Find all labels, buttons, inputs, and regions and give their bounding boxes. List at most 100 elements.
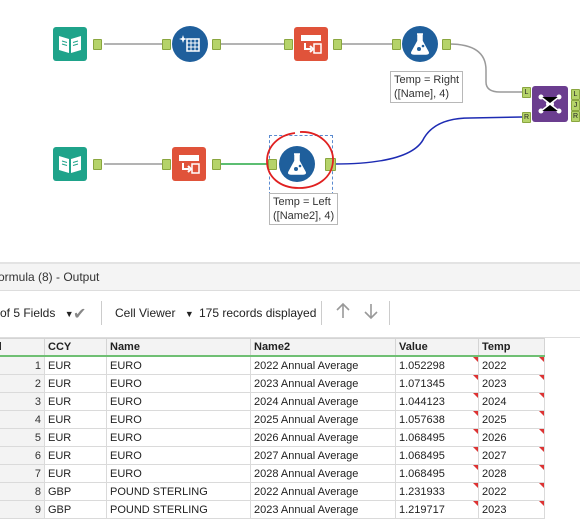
record-number-cell[interactable]: 3 <box>0 392 45 411</box>
table-row[interactable]: 6 EUR EURO 2027 Annual Average 1.068495 2027 <box>0 446 545 465</box>
select-tool[interactable] <box>172 26 208 62</box>
table-cell[interactable]: EUR <box>44 446 107 465</box>
table-cell[interactable]: 1.219717 <box>395 500 479 519</box>
table-cell[interactable]: POUND STERLING <box>106 500 251 519</box>
table-cell[interactable]: EUR <box>44 392 107 411</box>
output-anchor[interactable] <box>93 39 102 50</box>
table-cell[interactable]: 1.231933 <box>395 482 479 501</box>
table-cell[interactable]: 2023 Annual Average <box>250 500 396 519</box>
arrow-down-icon[interactable] <box>362 302 380 323</box>
table-cell[interactable]: POUND STERLING <box>106 482 251 501</box>
table-cell[interactable]: 2025 Annual Average <box>250 410 396 429</box>
column-header[interactable]: Value <box>395 338 479 357</box>
table-row[interactable]: 3 EUR EURO 2024 Annual Average 1.044123 2024 <box>0 392 545 411</box>
table-cell[interactable]: EURO <box>106 392 251 411</box>
table-cell[interactable]: 2026 Annual Average <box>250 428 396 447</box>
table-cell[interactable]: 2022 <box>478 482 545 501</box>
table-cell[interactable]: 1.052298 <box>395 355 479 375</box>
table-cell[interactable]: 1.071345 <box>395 374 479 393</box>
input-anchor[interactable] <box>392 39 401 50</box>
table-cell[interactable]: EUR <box>44 374 107 393</box>
table-cell[interactable]: GBP <box>44 482 107 501</box>
join-output-join-anchor[interactable]: J <box>571 100 580 111</box>
input-anchor[interactable] <box>162 159 171 170</box>
table-cell[interactable]: 1.044123 <box>395 392 479 411</box>
table-cell[interactable]: 1.068495 <box>395 464 479 483</box>
table-cell[interactable]: 2023 <box>478 500 545 519</box>
record-number-cell[interactable]: 2 <box>0 374 45 393</box>
record-number-cell[interactable]: 6 <box>0 446 45 465</box>
table-row[interactable]: 1 EUR EURO 2022 Annual Average 1.052298 2022 <box>0 355 545 375</box>
table-row[interactable]: 2 EUR EURO 2023 Annual Average 1.071345 2023 <box>0 374 545 393</box>
table-cell[interactable]: 2028 <box>478 464 545 483</box>
table-cell[interactable]: 2027 Annual Average <box>250 446 396 465</box>
table-cell[interactable]: 2024 <box>478 392 545 411</box>
table-row[interactable]: 8 GBP POUND STERLING 2022 Annual Average 1.2… <box>0 482 545 501</box>
table-cell[interactable]: EURO <box>106 410 251 429</box>
formula-tool-1[interactable] <box>402 26 438 62</box>
table-cell[interactable]: EURO <box>106 428 251 447</box>
input-data-tool-1[interactable] <box>53 27 87 61</box>
output-anchor[interactable] <box>93 159 102 170</box>
table-row[interactable]: 4 EUR EURO 2025 Annual Average 1.057638 2025 <box>0 410 545 429</box>
output-anchor[interactable] <box>212 39 221 50</box>
table-cell[interactable]: 2028 Annual Average <box>250 464 396 483</box>
table-cell[interactable]: 1.057638 <box>395 410 479 429</box>
join-input-right-anchor[interactable]: R <box>522 112 531 123</box>
join-output-left-anchor[interactable]: L <box>571 89 580 100</box>
record-number-cell[interactable]: 5 <box>0 428 45 447</box>
table-cell[interactable]: EURO <box>106 374 251 393</box>
join-output-right-anchor[interactable]: R <box>571 111 580 122</box>
record-number-cell[interactable]: 4 <box>0 410 45 429</box>
column-header[interactable]: Name2 <box>250 338 396 357</box>
input-anchor[interactable] <box>284 39 293 50</box>
join-tool[interactable] <box>532 86 568 122</box>
table-row[interactable]: 7 EUR EURO 2028 Annual Average 1.068495 2028 <box>0 464 545 483</box>
table-cell[interactable]: EUR <box>44 428 107 447</box>
join-input-left-anchor[interactable]: L <box>522 87 531 98</box>
table-cell[interactable]: 2027 <box>478 446 545 465</box>
table-cell[interactable]: EUR <box>44 410 107 429</box>
record-number-cell[interactable]: 1 <box>0 355 45 375</box>
table-cell[interactable]: 1.068495 <box>395 446 479 465</box>
table-cell[interactable]: EURO <box>106 464 251 483</box>
table-cell[interactable]: 2024 Annual Average <box>250 392 396 411</box>
table-header-row: ordCCYNameName2ValueTemp <box>0 338 545 357</box>
output-anchor[interactable] <box>442 39 451 50</box>
record-number-cell[interactable]: 7 <box>0 464 45 483</box>
column-header[interactable]: Temp <box>478 338 545 357</box>
results-grid[interactable]: ordCCYNameName2ValueTemp 1EUREURO2022 An… <box>0 338 580 524</box>
table-cell[interactable]: 2022 Annual Average <box>250 482 396 501</box>
transpose-tool-2[interactable] <box>172 147 206 181</box>
table-cell[interactable]: GBP <box>44 500 107 519</box>
arrow-up-icon[interactable] <box>334 302 352 323</box>
cell-viewer-dropdown[interactable]: Cell Viewer ▼ <box>115 306 194 320</box>
fields-selector[interactable]: of 5 Fields ▼ <box>0 306 74 320</box>
table-cell[interactable]: EURO <box>106 355 251 375</box>
table-cell[interactable]: 2022 <box>478 355 545 375</box>
column-header[interactable]: CCY <box>44 338 107 357</box>
input-data-tool-2[interactable] <box>53 147 87 181</box>
column-header[interactable]: Name <box>106 338 251 357</box>
table-cell[interactable]: EUR <box>44 355 107 375</box>
table-row[interactable]: 9 GBP POUND STERLING 2023 Annual Average 1.2… <box>0 500 545 519</box>
table-cell[interactable]: 2023 Annual Average <box>250 374 396 393</box>
transpose-tool-1[interactable] <box>294 27 328 61</box>
table-cell[interactable]: EURO <box>106 446 251 465</box>
output-anchor[interactable] <box>212 159 221 170</box>
table-cell[interactable]: 2022 Annual Average <box>250 355 396 375</box>
table-cell[interactable]: EUR <box>44 464 107 483</box>
column-header[interactable]: ord <box>0 338 45 357</box>
record-number-cell[interactable]: 8 <box>0 482 45 501</box>
table-row[interactable]: 5 EUR EURO 2026 Annual Average 1.068495 2026 <box>0 428 545 447</box>
output-anchor[interactable] <box>333 39 342 50</box>
workflow-canvas[interactable]: Temp = Right ([Name], 4) L R L J R Temp … <box>0 0 580 262</box>
table-cell[interactable]: 1.068495 <box>395 428 479 447</box>
connection-formula2-to-join[interactable] <box>333 116 523 165</box>
record-number-cell[interactable]: 9 <box>0 500 45 519</box>
table-cell[interactable]: 2026 <box>478 428 545 447</box>
table-cell[interactable]: 2023 <box>478 374 545 393</box>
checkmark-icon[interactable]: ✔ <box>73 304 86 324</box>
table-cell[interactable]: 2025 <box>478 410 545 429</box>
input-anchor[interactable] <box>162 39 171 50</box>
